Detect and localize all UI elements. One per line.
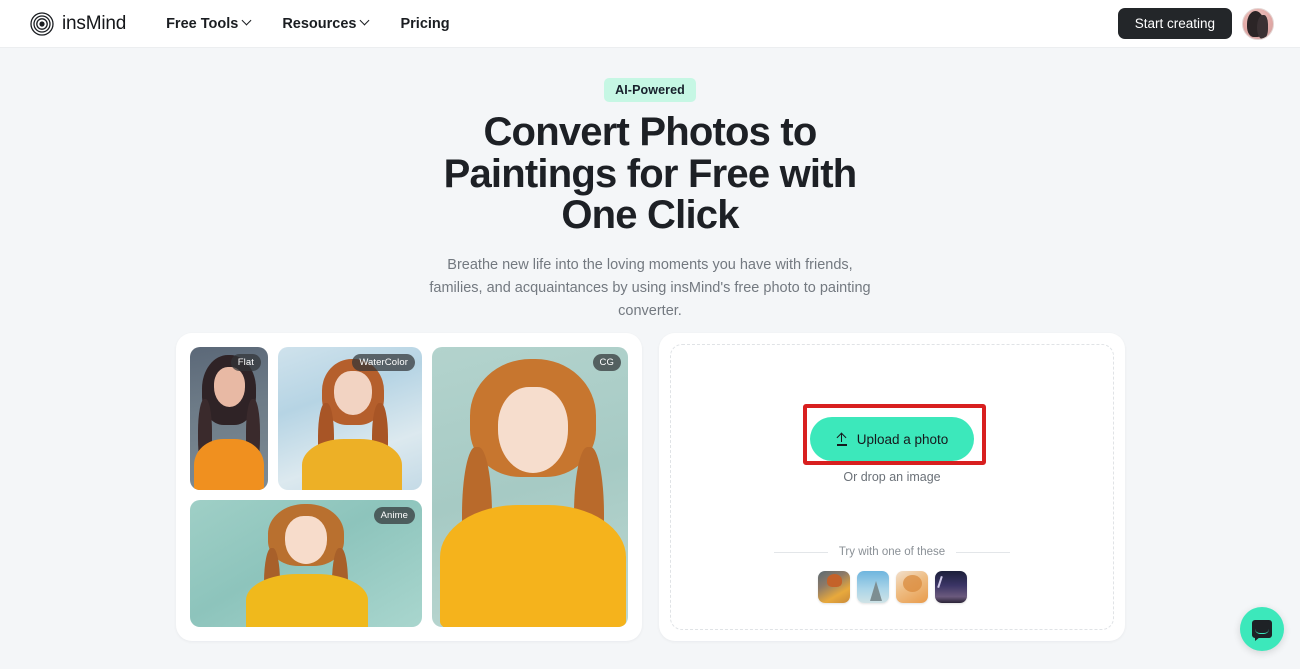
upload-button-label: Upload a photo [856, 431, 949, 447]
divider-right [956, 551, 1011, 553]
brand-name-text: insMind [62, 12, 127, 34]
chat-bubble-icon [1252, 620, 1272, 641]
main-nav: Free Tools Resources Pricing [166, 16, 450, 32]
chevron-down-icon [243, 17, 252, 26]
drop-hint-text: Or drop an image [843, 470, 941, 484]
upload-arrow-icon [836, 432, 848, 446]
ai-powered-badge: AI-Powered [604, 78, 696, 102]
nav-label-free-tools: Free Tools [166, 15, 239, 32]
sample-thumb-night-sky[interactable] [934, 571, 967, 603]
divider-left [773, 551, 828, 553]
sample-thumb-eiffel-tower[interactable] [856, 571, 889, 603]
start-creating-button[interactable]: Start creating [1117, 8, 1232, 39]
style-tile-flat[interactable]: Flat [190, 347, 268, 490]
try-with-one-of-these-label: Try with one of these [838, 546, 946, 558]
try-divider-row: Try with one of these [671, 546, 1113, 558]
top-navigation-bar: insMind Free Tools Resources Pricing Sta… [0, 0, 1300, 48]
style-label-flat: Flat [230, 354, 261, 371]
sample-images-section: Try with one of these [671, 546, 1113, 603]
dropzone[interactable]: Upload a photo Or drop an image Try with… [670, 344, 1114, 630]
hero-subtitle: Breathe new life into the loving moments… [429, 256, 871, 319]
nav-item-free-tools[interactable]: Free Tools [166, 16, 252, 32]
gallery-left-column: Flat WaterColor Anime [190, 347, 422, 627]
page-title: Convert Photos to Paintings for Free wit… [443, 110, 858, 238]
avatar[interactable] [1242, 7, 1274, 40]
insmind-spiral-logo-icon [30, 11, 54, 36]
style-label-watercolor: WaterColor [352, 354, 415, 371]
upload-card: Upload a photo Or drop an image Try with… [659, 333, 1125, 641]
upload-a-photo-button[interactable]: Upload a photo [810, 417, 974, 461]
style-tile-watercolor[interactable]: WaterColor [278, 347, 422, 490]
gallery-top-row: Flat WaterColor [190, 347, 422, 490]
style-gallery-card: Flat WaterColor Anime CG [176, 333, 642, 641]
hero-section: AI-Powered Convert Photos to Paintings f… [0, 48, 1300, 323]
sample-thumb-woman-sweater[interactable] [895, 571, 928, 603]
upload-area: Upload a photo Or drop an image [671, 417, 1113, 484]
nav-label-resources: Resources [282, 15, 357, 32]
sample-thumb-girl-orange[interactable] [817, 571, 850, 603]
style-tile-cg[interactable]: CG [432, 347, 628, 627]
chat-support-button[interactable] [1240, 607, 1284, 651]
page-root: insMind Free Tools Resources Pricing Sta… [0, 0, 1300, 669]
style-label-anime: Anime [373, 506, 415, 524]
brand-logo[interactable]: insMind [30, 11, 127, 36]
cg-style-artwork [432, 347, 628, 627]
sample-thumbnails [671, 571, 1113, 603]
nav-label-pricing: Pricing [400, 15, 450, 32]
content-panels: Flat WaterColor Anime CG Upload a photo … [176, 333, 1125, 641]
header-actions: Start creating [1117, 7, 1274, 40]
nav-item-pricing[interactable]: Pricing [400, 16, 449, 32]
chevron-down-icon [361, 17, 370, 26]
style-tile-anime[interactable]: Anime [190, 499, 422, 627]
nav-item-resources[interactable]: Resources [282, 16, 370, 32]
style-label-cg: CG [592, 354, 621, 371]
